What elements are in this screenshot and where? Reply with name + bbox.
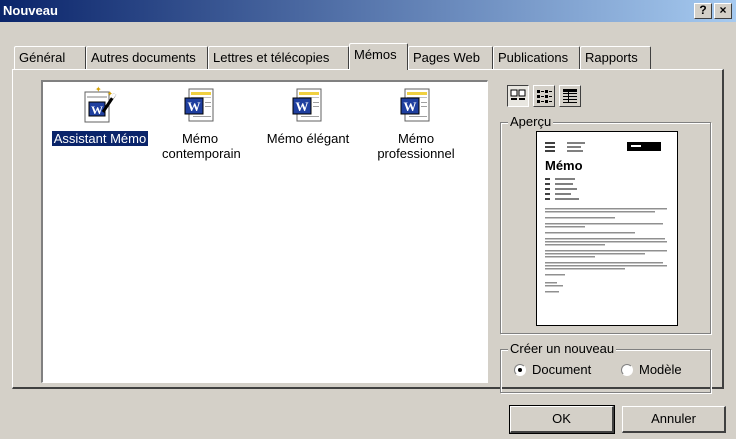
svg-text:✦: ✦: [107, 90, 113, 98]
details-view-icon: [560, 89, 580, 109]
tab-pages-web[interactable]: Pages Web: [408, 46, 493, 69]
template-label: Mémo professionnel: [377, 131, 455, 161]
template-label: Assistant Mémo: [51, 131, 149, 146]
svg-text:W: W: [188, 99, 201, 114]
tab-general[interactable]: Général: [14, 46, 86, 69]
create-new-label: Créer un nouveau: [508, 341, 617, 356]
tab-autres-documents[interactable]: Autres documents: [86, 46, 208, 69]
svg-text:W: W: [296, 99, 309, 114]
svg-text:W: W: [404, 99, 417, 114]
model-radio[interactable]: [621, 364, 633, 376]
preview-label: Aperçu: [508, 114, 554, 129]
svg-text:W: W: [91, 103, 103, 117]
word-wizard-icon: W ✦ ✦: [81, 85, 119, 126]
large-icons-view-icon: [508, 89, 528, 109]
document-radio[interactable]: [514, 364, 526, 376]
template-item-assistant-memo[interactable]: W ✦ ✦ Assistant Mémo: [45, 85, 155, 146]
template-label: Mémo contemporain: [162, 131, 241, 161]
large-icons-view-button[interactable]: [507, 85, 529, 107]
template-list[interactable]: W ✦ ✦ Assistant Mémo W Mémo contemporain: [41, 80, 488, 383]
svg-text:✦: ✦: [95, 86, 102, 94]
details-view-button[interactable]: [559, 85, 581, 107]
word-document-icon: W: [181, 86, 219, 126]
help-button[interactable]: ?: [694, 3, 712, 19]
tab-memos[interactable]: Mémos: [349, 43, 408, 70]
template-item-memo-contemporain[interactable]: W Mémo contemporain: [145, 86, 255, 161]
document-radio-label[interactable]: Document: [532, 362, 591, 377]
template-item-memo-elegant[interactable]: W Mémo élégant: [253, 86, 363, 146]
memo-preview-image: Mémo: [545, 142, 667, 293]
list-view-button[interactable]: [533, 85, 555, 107]
window-title: Nouveau: [3, 3, 58, 18]
tab-publications[interactable]: Publications: [493, 46, 580, 69]
tab-lettres-telecopies[interactable]: Lettres et télécopies: [208, 46, 349, 69]
word-document-icon: W: [289, 86, 327, 126]
preview-heading: Mémo: [545, 158, 583, 173]
model-radio-label[interactable]: Modèle: [639, 362, 682, 377]
list-view-icon: [534, 90, 554, 109]
cancel-button[interactable]: Annuler: [622, 406, 726, 433]
word-document-icon: W: [397, 86, 435, 126]
close-button[interactable]: ×: [714, 3, 732, 19]
title-bar: Nouveau ? ×: [0, 0, 736, 22]
ok-button[interactable]: OK: [509, 405, 615, 434]
preview-page: Mémo: [536, 131, 678, 326]
template-label: Mémo élégant: [266, 131, 350, 146]
tab-rapports[interactable]: Rapports: [580, 46, 651, 69]
template-item-memo-professionnel[interactable]: W Mémo professionnel: [361, 86, 471, 161]
